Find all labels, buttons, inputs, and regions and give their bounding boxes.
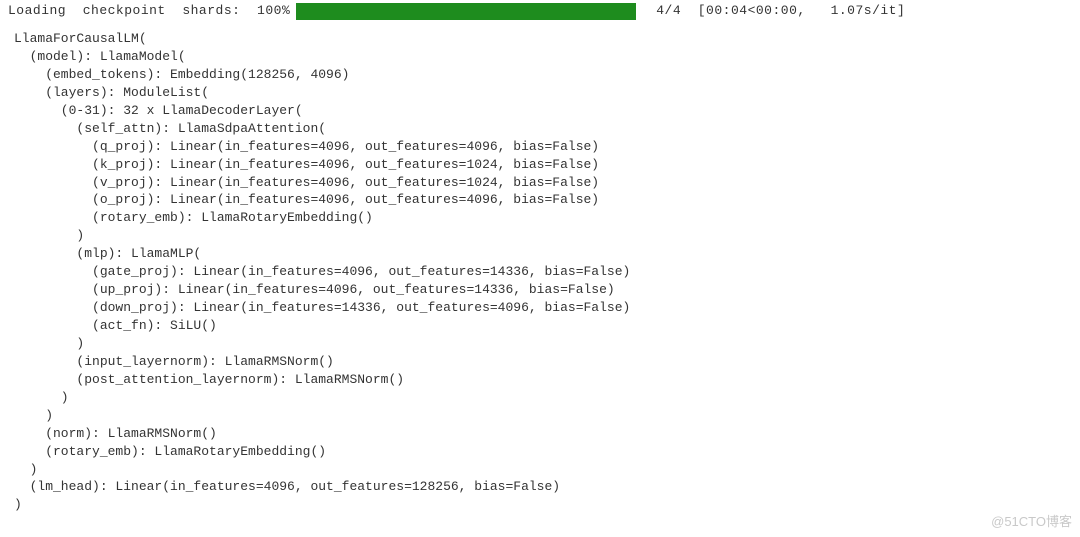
progress-bar: [296, 3, 636, 20]
model-structure-output: LlamaForCausalLM( (model): LlamaModel( (…: [0, 22, 1080, 514]
progress-stats: 4/4 [00:04<00:00, 1.07s/it]: [656, 2, 905, 20]
progress-label: Loading checkpoint shards: 100%: [8, 2, 290, 20]
watermark: @51CTO博客: [991, 513, 1072, 531]
progress-row: Loading checkpoint shards: 100% 4/4 [00:…: [0, 0, 1080, 22]
